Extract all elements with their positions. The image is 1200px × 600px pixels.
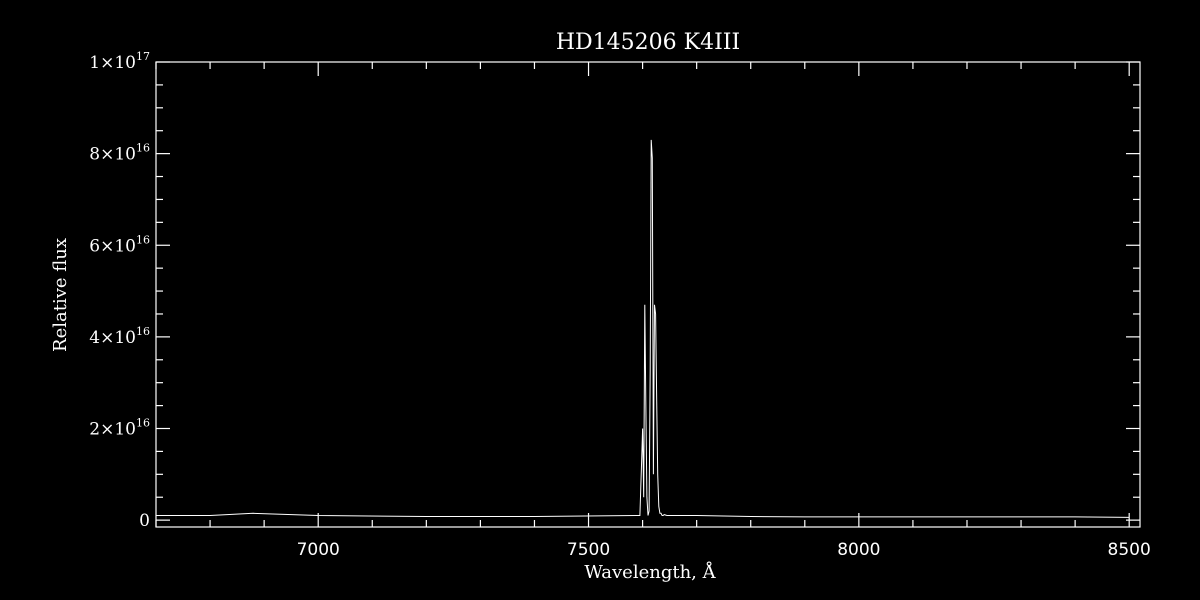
spectrum-chart: HD145206 K4III 7000 7500 8000 8500 02×10164… <box>0 0 1200 600</box>
y-tick-exponent: 16 <box>136 233 150 246</box>
spectrum-series-line <box>156 139 1130 518</box>
y-tick-label: 4×1016 <box>89 325 150 348</box>
y-tick-label: 6×1016 <box>89 233 150 256</box>
y-tick-label: 1×1017 <box>89 50 150 73</box>
y-tick-mantissa: 1×10 <box>89 53 136 73</box>
y-tick-exponent: 16 <box>136 417 150 430</box>
y-axis-label: Relative flux <box>50 238 71 352</box>
y-tick-label: 0 <box>139 511 150 531</box>
y-tick-exponent: 16 <box>136 142 150 155</box>
y-tick-mantissa: 8×10 <box>89 145 136 165</box>
y-tick-label: 2×1016 <box>89 417 150 440</box>
y-tick-mantissa: 4×10 <box>89 328 136 348</box>
y-tick-mantissa: 0 <box>139 511 150 531</box>
x-tick-label: 8000 <box>837 540 880 560</box>
x-tick-label: 7500 <box>567 540 610 560</box>
y-tick-label: 8×1016 <box>89 142 150 165</box>
x-tick-label: 7000 <box>297 540 340 560</box>
plot-frame <box>155 61 1141 528</box>
x-axis-tick-labels: 7000 7500 8000 8500 <box>297 540 1151 560</box>
y-tick-mantissa: 6×10 <box>89 236 136 256</box>
y-tick-exponent: 17 <box>136 50 150 63</box>
y-tick-mantissa: 2×10 <box>89 420 136 440</box>
chart-title: HD145206 K4III <box>556 30 740 55</box>
y-axis-ticks <box>156 61 1140 521</box>
x-axis-label: Wavelength, Å <box>584 561 716 583</box>
x-tick-label: 8500 <box>1108 540 1151 560</box>
y-axis-tick-labels: 02×10164×10166×10168×10161×1017 <box>89 50 150 531</box>
y-tick-exponent: 16 <box>136 325 150 338</box>
